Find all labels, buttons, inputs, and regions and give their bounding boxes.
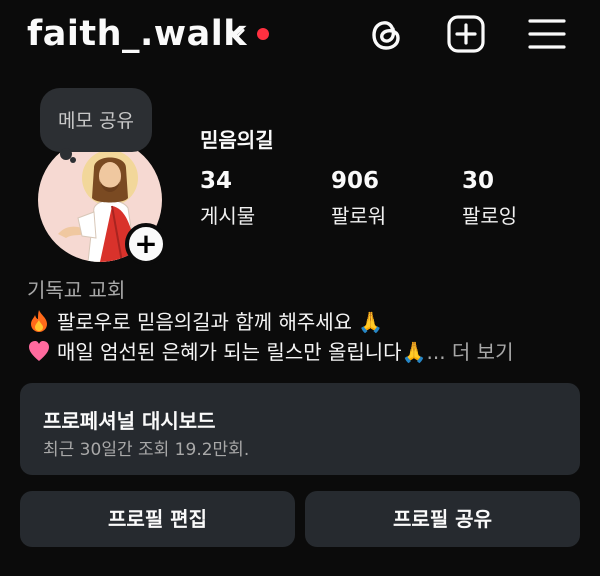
- memo-bubble[interactable]: 메모 공유: [40, 88, 152, 152]
- stat-label: 게시물: [200, 204, 256, 228]
- menu-icon[interactable]: [527, 14, 567, 54]
- stat-followers[interactable]: 906 팔로워: [331, 168, 386, 229]
- notification-dot: [257, 28, 269, 40]
- heart-icon: [29, 341, 49, 361]
- profile-screen: faith_.walk + 메모 공유 믿음의길 34 게시물 906 팔로워 …: [0, 0, 600, 576]
- stat-posts[interactable]: 34 게시물: [200, 168, 255, 229]
- memo-bubble-tail-small: [70, 157, 76, 163]
- username[interactable]: faith_.walk: [27, 14, 247, 54]
- more-link[interactable]: ... 더 보기: [427, 340, 514, 364]
- threads-icon[interactable]: [366, 14, 406, 54]
- create-icon[interactable]: [446, 14, 486, 54]
- top-bar: faith_.walk: [0, 0, 600, 70]
- fire-icon: [31, 310, 47, 332]
- chevron-down-icon[interactable]: [226, 22, 248, 44]
- stat-value: 34: [200, 168, 233, 194]
- profile-category: 기독교 교회: [27, 278, 126, 302]
- plus-icon: +: [134, 227, 158, 260]
- display-name: 믿음의길: [200, 128, 274, 152]
- add-story-button[interactable]: +: [125, 223, 167, 265]
- memo-label: 메모 공유: [58, 110, 134, 132]
- dashboard-title: 프로페셔널 대시보드: [43, 409, 216, 433]
- bio-line-1: 팔로우로 믿음의길과 함께 해주세요 🙏: [27, 306, 383, 335]
- bio-text-1: 팔로우로 믿음의길과 함께 해주세요 🙏: [57, 310, 384, 334]
- share-profile-button[interactable]: 프로필 공유: [305, 491, 580, 547]
- dashboard-subtitle: 최근 30일간 조회 19.2만회.: [43, 440, 250, 460]
- professional-dashboard[interactable]: 프로페셔널 대시보드 최근 30일간 조회 19.2만회.: [20, 383, 580, 475]
- stat-value: 906: [331, 168, 380, 194]
- edit-profile-button[interactable]: 프로필 편집: [20, 491, 295, 547]
- bio-line-2: 매일 엄선된 은혜가 되는 릴스만 올립니다🙏... 더 보기: [27, 336, 514, 365]
- stat-label: 팔로워: [331, 204, 387, 228]
- bio-text-2: 매일 엄선된 은혜가 되는 릴스만 올립니다🙏: [57, 340, 427, 364]
- stat-following[interactable]: 30 팔로잉: [462, 168, 517, 229]
- stat-label: 팔로잉: [462, 204, 518, 228]
- stat-value: 30: [462, 168, 495, 194]
- edit-profile-label: 프로필 편집: [108, 507, 207, 531]
- share-profile-label: 프로필 공유: [393, 507, 492, 531]
